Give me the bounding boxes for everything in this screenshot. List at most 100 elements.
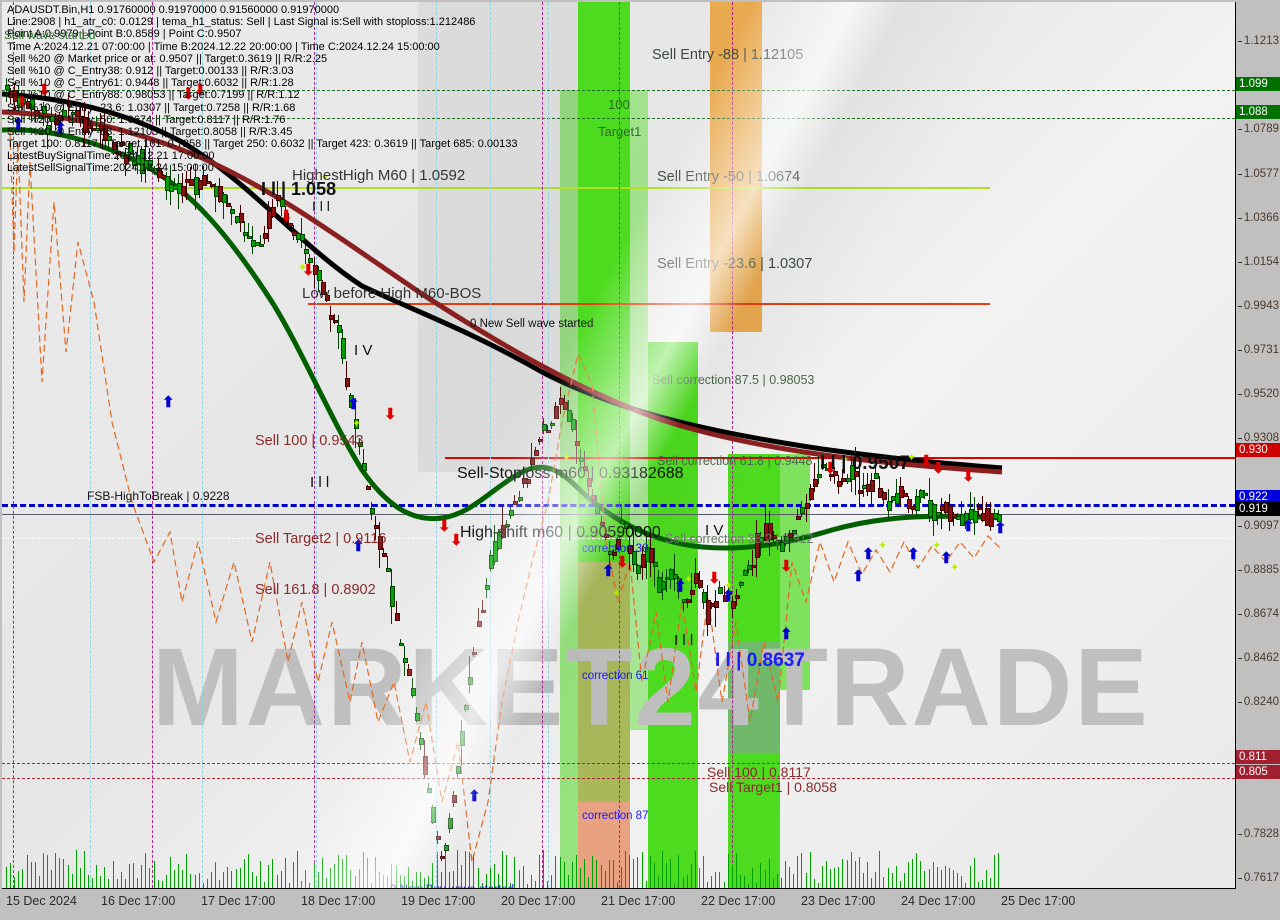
volume-bar: [350, 870, 351, 888]
volume-bar: [863, 872, 864, 888]
price-axis[interactable]: 1.1213 1.0789 1.0577 1.0366 1.0154 0.9943 0.97…: [1236, 0, 1280, 890]
time-tick: 25 Dec 17:00: [1001, 894, 1076, 908]
volume-bar: [941, 870, 942, 888]
volume-bar: [162, 881, 163, 888]
candle-body: [423, 755, 428, 776]
chart-plot-area[interactable]: MARKET24TRADE ⬆ ⬆ ⬆ ⬆ ⬆ ⬆ ⬆ ⬆ ⬆ ⬆ ⬆ ⬆ ⬆ …: [2, 2, 1236, 889]
volume-bar: [121, 871, 122, 888]
volume-bar: [687, 874, 688, 888]
volume-bar: [781, 878, 782, 888]
price-label-box[interactable]: 0.919: [1236, 502, 1280, 516]
candle-wick: [469, 656, 470, 693]
candle-body: [460, 730, 465, 747]
volume-bar: [236, 868, 237, 888]
volume-bar: [55, 852, 56, 888]
label-fsb-high-to-break: FSB-HighToBreak | 0.9228: [87, 489, 230, 503]
volume-bar: [10, 862, 11, 888]
volume-bar: [605, 870, 606, 888]
volume-bar: [375, 856, 376, 888]
label-sell-correction-875: Sell correction 87.5 | 0.98053: [652, 373, 815, 387]
volume-bar: [186, 854, 187, 888]
price-label-box[interactable]: 0.805: [1236, 765, 1280, 779]
price-tick: 0.8240: [1237, 696, 1279, 708]
volume-bar: [199, 873, 200, 888]
volume-bar: [359, 869, 360, 888]
time-tick: 23 Dec 17:00: [801, 894, 876, 908]
volume-bar: [203, 882, 204, 888]
volume-bar: [149, 868, 150, 888]
volume-bar: [326, 877, 327, 888]
volume-bar: [51, 869, 52, 888]
signal-star-icon: ✦: [950, 562, 960, 574]
price-label-box[interactable]: 0.811: [1236, 750, 1280, 764]
volume-bar: [227, 867, 228, 888]
volume-bar: [256, 876, 257, 888]
candle-body: [518, 497, 523, 501]
label-sell-stoploss: Sell-Stoploss m60 | 0.93182688: [457, 465, 684, 482]
volume-bar: [531, 874, 532, 888]
info-line-3: Sell %20 @ Market price or at: 0.9507 ||…: [7, 52, 328, 65]
volume-bar: [219, 880, 220, 888]
volume-bar: [814, 879, 815, 888]
candle-body: [362, 462, 367, 472]
volume-bar: [777, 874, 778, 888]
candle-body: [550, 422, 555, 427]
volume-bar: [59, 858, 60, 888]
volume-bar: [539, 854, 540, 888]
label-sell-target1: Sell Target1 | 0.8058: [709, 779, 837, 795]
candle-body: [870, 479, 875, 492]
volume-bar: [724, 881, 725, 888]
volume-bar: [625, 851, 626, 888]
volume-bar: [334, 864, 335, 888]
volume-bar: [322, 857, 323, 888]
volume-bar: [297, 851, 298, 888]
volume-bar: [27, 854, 28, 888]
time-tick: 15 Dec 2024: [6, 894, 77, 908]
volume-bar: [974, 858, 975, 888]
volume-bar: [576, 854, 577, 888]
volume-bar: [801, 852, 802, 888]
candle-body: [390, 585, 395, 607]
time-axis[interactable]: 15 Dec 2024 16 Dec 17:00 17 Dec 17:00 18 De…: [0, 890, 1280, 920]
price-tick: 0.9097: [1237, 520, 1279, 532]
volume-bar: [240, 868, 241, 888]
candle-wick: [818, 455, 819, 484]
candle-wick: [666, 569, 667, 593]
volume-bar: [601, 865, 602, 888]
volume-bar: [281, 870, 282, 888]
volume-bar: [104, 866, 105, 888]
volume-bar: [363, 852, 364, 888]
price-label-box[interactable]: 1.088: [1236, 105, 1280, 119]
volume-bar: [330, 868, 331, 888]
price-label-box[interactable]: 1.099: [1236, 77, 1280, 91]
candle-body: [259, 243, 264, 248]
candle-body: [575, 441, 580, 446]
volume-bar: [760, 862, 761, 888]
label-ll-1058: I l | 1.058: [261, 179, 337, 199]
volume-bar: [215, 861, 216, 888]
volume-bar: [621, 867, 622, 888]
price-label-box[interactable]: 0.930: [1236, 443, 1280, 457]
volume-bar: [912, 858, 913, 888]
info-line-9: Sell %20 @ Entry -88: 1.12105 || Target:…: [7, 125, 293, 138]
volume-bar: [543, 850, 544, 888]
volume-bar: [166, 875, 167, 888]
volume-bar: [145, 853, 146, 888]
volume-bar: [818, 882, 819, 888]
volume-bar: [100, 876, 101, 888]
time-tick: 21 Dec 17:00: [601, 894, 676, 908]
volume-bar: [871, 877, 872, 888]
price-tick: 0.9520: [1237, 388, 1279, 400]
candle-body: [509, 510, 514, 517]
volume-bar: [916, 853, 917, 888]
price-tick: 0.7828: [1237, 828, 1279, 840]
volume-bar: [92, 878, 93, 888]
volume-bar: [277, 875, 278, 888]
signal-star-icon: ✦: [612, 588, 622, 600]
label-new-sell-wave: 0 New Sell wave started: [470, 318, 594, 330]
volume-bar: [129, 864, 130, 888]
volume-bar: [691, 863, 692, 888]
volume-bar: [957, 873, 958, 888]
volume-bar: [584, 858, 585, 888]
volume-bar: [834, 867, 835, 888]
